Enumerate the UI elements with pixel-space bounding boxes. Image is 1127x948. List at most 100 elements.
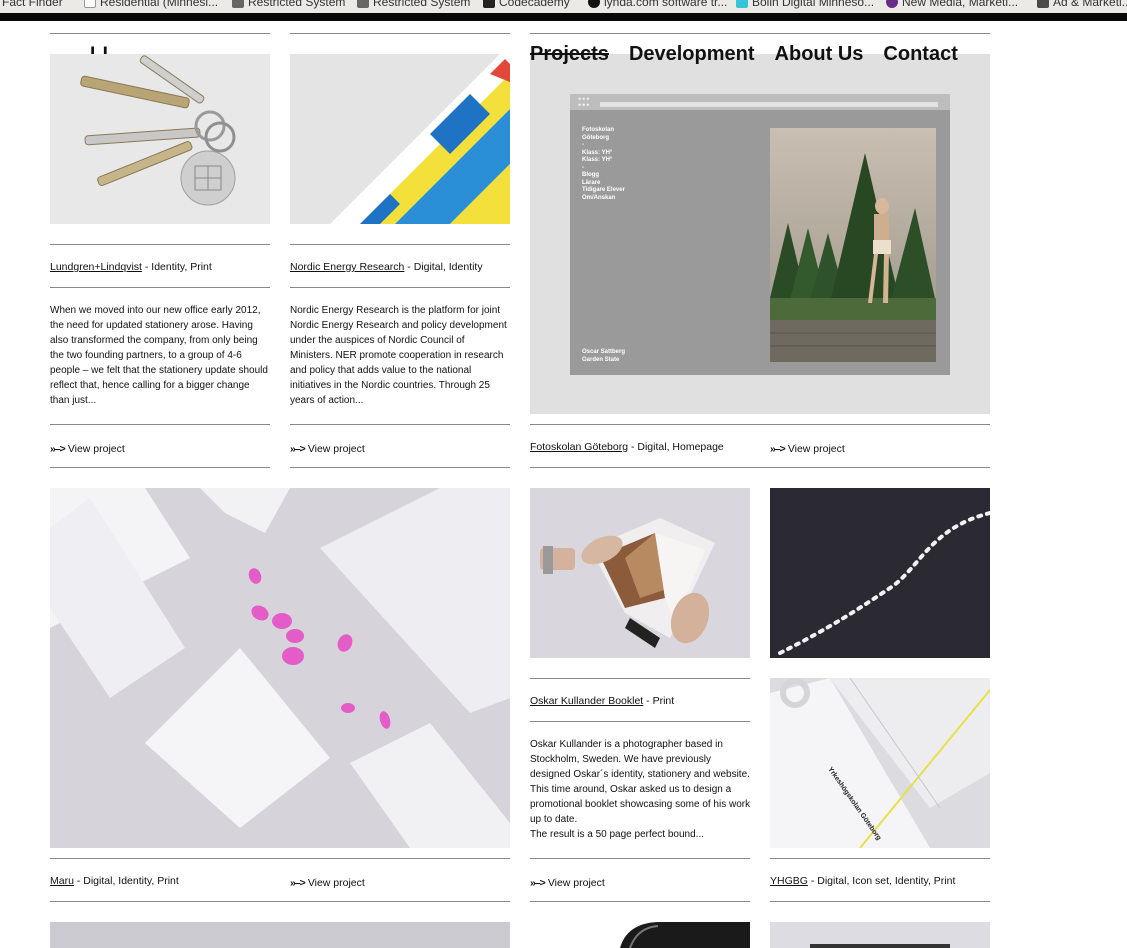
lynda-icon xyxy=(588,0,600,8)
project-caption: Lundgren+Lindqvist - Identity, Print xyxy=(50,261,212,273)
mockup-menu-item: Klass: YH° xyxy=(582,149,613,156)
project-thumbnail-ner[interactable] xyxy=(290,54,510,224)
mockup-footer-line: Garden State xyxy=(582,356,620,363)
divider xyxy=(50,424,270,425)
project-description: Oskar Kullander is a photographer based … xyxy=(530,739,751,840)
project-thumbnail-next[interactable] xyxy=(50,922,510,948)
bookmark-item[interactable]: Residential (Minnesi... xyxy=(84,0,218,9)
project-caption: Nordic Energy Research - Digital, Identi… xyxy=(290,261,483,273)
bookmark-item[interactable]: Fact Finder xyxy=(2,0,63,9)
bookmark-item[interactable]: Bolin Digital Minneso... xyxy=(736,0,874,9)
nav-projects[interactable]: Projects xyxy=(530,43,609,66)
project-thumbnail-next[interactable] xyxy=(530,922,750,948)
bookmark-item[interactable]: Ad & Marketi... xyxy=(1037,0,1127,9)
project-tags: - Digital, Identity, Print xyxy=(73,875,179,887)
project-tags: - Identity, Print xyxy=(141,261,212,273)
divider xyxy=(50,244,270,245)
view-project-link[interactable]: »–> View project xyxy=(50,443,125,455)
mockup-menu: Fotoskolan Göteborg - Klass: YH° Klass: … xyxy=(582,127,625,202)
nav-contact[interactable]: Contact xyxy=(883,43,957,66)
project-thumbnail-yhgbg[interactable]: Yrkeshögskolan Göteborg xyxy=(770,678,990,848)
divider xyxy=(530,721,750,722)
view-project-link[interactable]: »–> View project xyxy=(770,443,845,455)
divider xyxy=(50,33,270,34)
project-thumbnail-maru[interactable] xyxy=(50,488,510,848)
project-thumbnail-fabric[interactable] xyxy=(770,488,990,658)
arrow-icon: »–> xyxy=(290,443,306,455)
view-project-label: View project xyxy=(67,443,125,455)
divider xyxy=(530,678,750,679)
bookmark-item[interactable]: Restricted System xyxy=(357,0,470,9)
bookmark-label: Ad & Marketi... xyxy=(1053,0,1127,9)
mockup-menu-item: Fotoskolan xyxy=(582,127,615,133)
mockup-menu-item: Göteborg xyxy=(582,134,609,141)
mockup-menu-item: - xyxy=(582,164,584,171)
pen-icon xyxy=(357,0,369,8)
divider xyxy=(530,33,990,34)
divider xyxy=(530,467,990,468)
mockup-menu-item: - xyxy=(582,142,584,148)
bookmark-item[interactable]: Restricted System xyxy=(232,0,345,9)
divider xyxy=(290,424,510,425)
divider xyxy=(530,858,750,859)
arrow-icon: »–> xyxy=(770,443,786,455)
arrow-icon: »–> xyxy=(530,877,546,889)
bookmark-label: Restricted System xyxy=(248,0,346,9)
project-tags: - Digital, Homepage xyxy=(628,441,724,453)
arrow-icon: »–> xyxy=(50,443,66,455)
mockup-footer-line: Oscar Sattberg xyxy=(582,349,626,355)
view-project-label: View project xyxy=(787,443,845,455)
arrow-icon: »–> xyxy=(290,877,306,889)
divider xyxy=(290,287,510,288)
bookmark-label: Bolin Digital Minneso... xyxy=(752,0,875,9)
project-tags: - Print xyxy=(643,695,675,707)
divider xyxy=(50,858,510,859)
mockup-menu-item: Blogg xyxy=(582,172,599,178)
codecademy-icon xyxy=(483,0,495,8)
view-project-link[interactable]: »–> View project xyxy=(530,877,605,889)
booklet-image xyxy=(530,488,750,658)
bookmarks-bar: Fact Finder Residential (Minnesi... Rest… xyxy=(0,0,1127,13)
bookmark-label: Residential (Minnesi... xyxy=(100,0,219,9)
project-thumbnail-keys[interactable] xyxy=(50,54,270,224)
bookmark-item[interactable]: Codecademy xyxy=(483,0,570,9)
project-caption: Fotoskolan Göteborg - Digital, Homepage xyxy=(530,441,724,453)
view-project-link[interactable]: »–> View project xyxy=(290,877,365,889)
browser-mockup-toolbar: ••• ••• xyxy=(570,94,950,110)
project-thumbnail-kullander[interactable] xyxy=(530,488,750,658)
project-link[interactable]: Nordic Energy Research xyxy=(290,261,404,273)
window-controls-icon: ••• ••• xyxy=(578,94,591,110)
divider xyxy=(50,901,510,902)
project-link[interactable]: Fotoskolan Göteborg xyxy=(530,441,628,453)
project-link[interactable]: Lundgren+Lindqvist xyxy=(50,261,142,273)
view-project-label: View project xyxy=(307,877,365,889)
project-tags: - Digital, Icon set, Identity, Print xyxy=(807,875,956,887)
project-link[interactable]: YHGBG xyxy=(770,875,808,887)
business-cards-image xyxy=(50,488,510,848)
fabric-stitching-image xyxy=(770,488,990,658)
nav-about-us[interactable]: About Us xyxy=(775,43,864,66)
divider xyxy=(290,467,510,468)
garden-photo-image xyxy=(770,128,936,362)
divider xyxy=(770,858,990,859)
project-tags: - Digital, Identity xyxy=(404,261,483,273)
project-caption: YHGBG - Digital, Icon set, Identity, Pri… xyxy=(770,875,955,887)
project-description: When we moved into our new office early … xyxy=(50,305,268,406)
project-link[interactable]: Oskar Kullander Booklet xyxy=(530,695,643,707)
project-thumbnail-next[interactable] xyxy=(770,922,990,948)
bookmark-item[interactable]: New Media, Marketi... xyxy=(886,0,1018,9)
bookmark-item[interactable]: lynda.com software tr... xyxy=(588,0,727,9)
bookmark-label: Fact Finder xyxy=(2,0,63,9)
divider xyxy=(290,244,510,245)
browser-mockup: ••• ••• Fotoskolan Göteborg - Klass: YH° … xyxy=(570,94,950,375)
page-icon xyxy=(84,0,96,8)
view-project-link[interactable]: »–> View project xyxy=(290,443,365,455)
nav-development[interactable]: Development xyxy=(629,43,755,66)
project-link[interactable]: Maru xyxy=(50,875,74,887)
divider xyxy=(530,424,990,425)
mockup-menu-item: Tidigare Elever xyxy=(582,187,625,193)
project-description: Nordic Energy Research is the platform f… xyxy=(290,305,507,406)
mockup-menu-item: Klass: YH° xyxy=(582,157,613,163)
browser-mockup-urlbar xyxy=(600,102,938,107)
bookmark-label: Restricted System xyxy=(373,0,471,9)
